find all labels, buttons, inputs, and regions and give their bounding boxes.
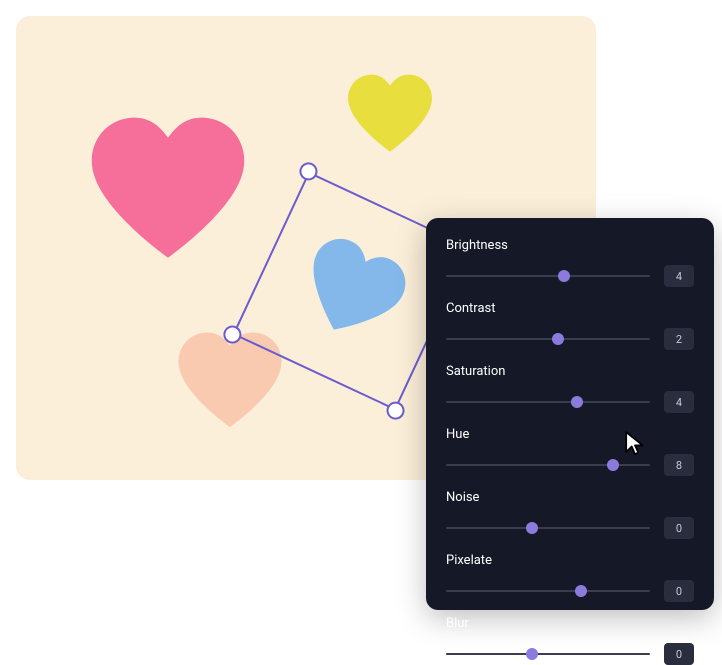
slider-value[interactable]: 0 — [664, 517, 694, 539]
slider-track[interactable] — [446, 338, 650, 340]
slider-thumb[interactable] — [575, 585, 587, 597]
slider-value[interactable]: 0 — [664, 643, 694, 665]
slider-saturation: Saturation 4 — [446, 364, 694, 413]
slider-track[interactable] — [446, 527, 650, 529]
slider-hue: Hue 8 — [446, 427, 694, 476]
slider-value[interactable]: 4 — [664, 391, 694, 413]
slider-value[interactable]: 8 — [664, 454, 694, 476]
slider-track[interactable] — [446, 401, 650, 403]
slider-blur: Blur 0 — [446, 616, 694, 665]
adjustments-panel: Brightness 4 Contrast 2 Saturation 4 Hue — [426, 218, 714, 610]
shape-heart-yellow[interactable] — [346, 74, 434, 156]
slider-pixelate: Pixelate 0 — [446, 553, 694, 602]
slider-value[interactable]: 4 — [664, 265, 694, 287]
slider-thumb[interactable] — [571, 396, 583, 408]
slider-label: Hue — [446, 427, 694, 442]
slider-value[interactable]: 0 — [664, 580, 694, 602]
slider-thumb[interactable] — [558, 270, 570, 282]
slider-track[interactable] — [446, 275, 650, 277]
slider-label: Noise — [446, 490, 694, 505]
slider-contrast: Contrast 2 — [446, 301, 694, 350]
slider-noise: Noise 0 — [446, 490, 694, 539]
slider-thumb[interactable] — [526, 522, 538, 534]
slider-thumb[interactable] — [607, 459, 619, 471]
slider-thumb[interactable] — [526, 648, 538, 660]
slider-label: Saturation — [446, 364, 694, 379]
slider-label: Brightness — [446, 238, 694, 253]
slider-value[interactable]: 2 — [664, 328, 694, 350]
shape-heart-pink[interactable] — [88, 116, 248, 266]
slider-thumb[interactable] — [552, 333, 564, 345]
slider-track[interactable] — [446, 590, 650, 592]
slider-label: Contrast — [446, 301, 694, 316]
slider-label: Pixelate — [446, 553, 694, 568]
slider-track[interactable] — [446, 464, 650, 466]
slider-label: Blur — [446, 616, 694, 631]
slider-track[interactable] — [446, 653, 650, 655]
slider-brightness: Brightness 4 — [446, 238, 694, 287]
